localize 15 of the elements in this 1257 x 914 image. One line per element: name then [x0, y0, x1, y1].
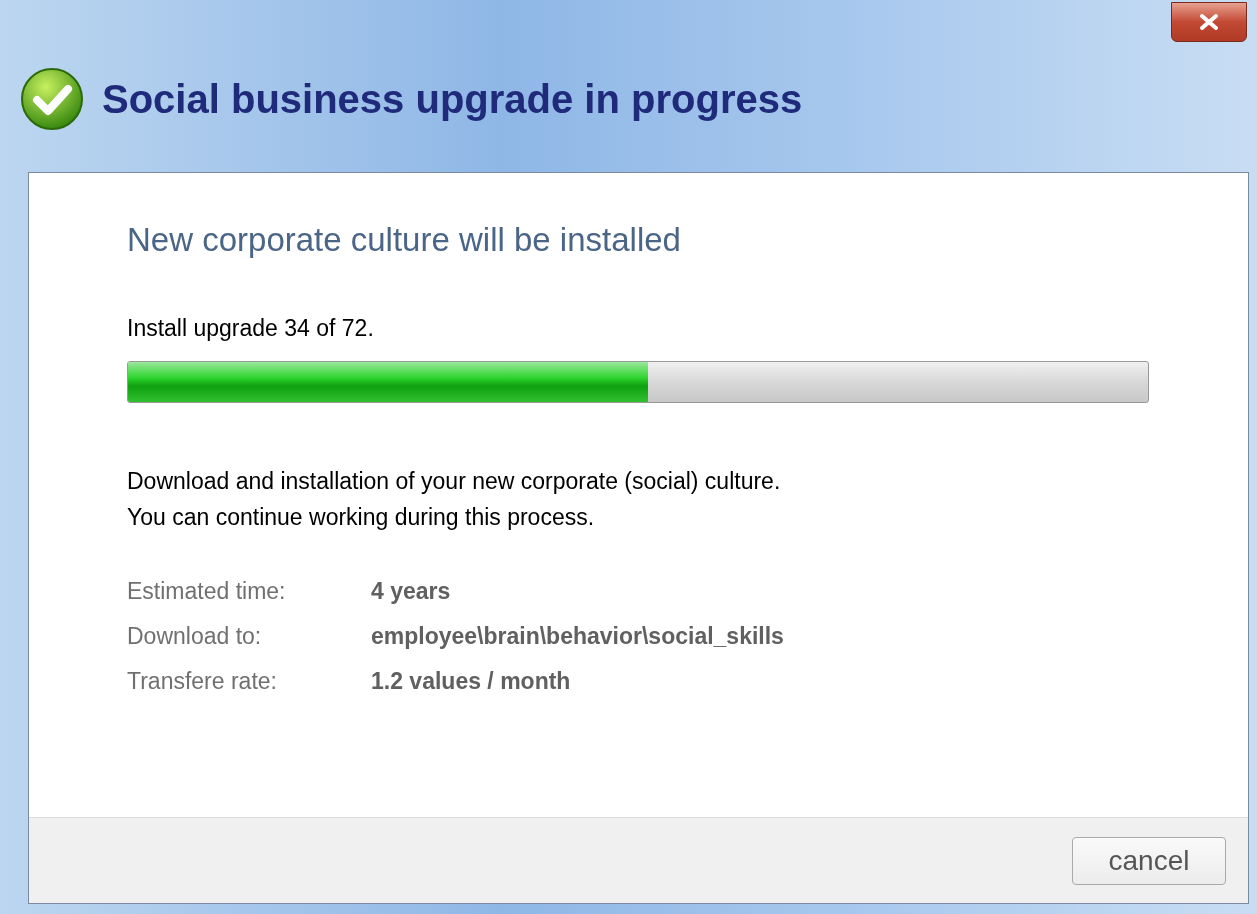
detail-label: Estimated time: [127, 577, 287, 606]
detail-label: Download to: [127, 622, 263, 651]
cancel-button[interactable]: cancel [1072, 836, 1226, 885]
detail-value: 4 years [371, 577, 452, 606]
close-icon [1198, 13, 1220, 31]
window-title: Social business upgrade in progress [102, 76, 803, 123]
check-icon [20, 67, 84, 131]
detail-label: Transfere rate: [127, 667, 278, 696]
description-text: You can continue working during this process. [127, 503, 596, 532]
description-text: Download and installation of your new corporate (social) culture. [127, 467, 782, 496]
progress-label: Install upgrade 34 of 72. [127, 313, 375, 343]
detail-value: employee\brain\behavior\social_skills [371, 622, 785, 651]
close-button[interactable] [1171, 2, 1247, 42]
detail-value: 1.2 values / month [371, 667, 572, 696]
dialog-heading: New corporate culture will be installed [127, 220, 682, 260]
